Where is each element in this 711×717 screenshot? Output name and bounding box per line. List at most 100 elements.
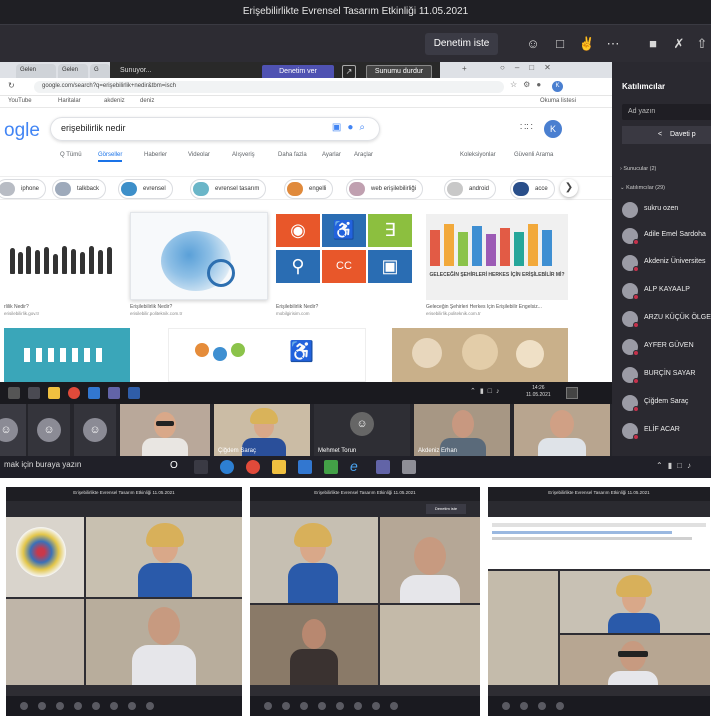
teams-icon[interactable] [376, 460, 390, 474]
participant-row[interactable]: BURÇİN SAYAR [622, 365, 711, 385]
participant-row[interactable]: ALP KAYAALP [622, 281, 711, 301]
bookmark-item[interactable]: Haritalar [58, 98, 81, 104]
video-tile[interactable] [560, 635, 710, 685]
video-tile[interactable] [514, 404, 610, 456]
chip[interactable]: android [444, 179, 497, 199]
chip[interactable]: engelli [284, 179, 334, 199]
tab-settings[interactable]: Ayarlar [322, 152, 341, 158]
chip[interactable]: evrensel [118, 179, 173, 199]
result-caption[interactable]: Erişilebilirlik Nedir? [130, 304, 268, 310]
chevron-right-icon[interactable]: ❯ [560, 179, 578, 197]
google-logo[interactable]: ogle [4, 120, 40, 142]
collections-link[interactable]: Koleksiyonlar [460, 152, 496, 158]
ie-icon[interactable]: e [350, 458, 358, 474]
task-view-icon[interactable] [194, 460, 208, 474]
image-result[interactable]: ♿ [168, 328, 366, 382]
more-icon[interactable]: ⋯ [604, 35, 622, 53]
search-icon[interactable] [8, 387, 20, 399]
participant-row[interactable]: Çiğdem Saraç [622, 393, 711, 413]
stop-presenting-button[interactable]: Sunumu durdur [366, 65, 432, 79]
attendees-header[interactable]: ⌄ Katılımcılar (29) [620, 185, 665, 191]
system-tray-icons[interactable]: ⌃▮□♪ [656, 461, 696, 470]
tab-tools[interactable]: Araçlar [354, 152, 373, 158]
new-tab-icon[interactable]: + [462, 64, 467, 73]
browser-tab[interactable]: G [90, 64, 110, 78]
share-icon[interactable]: ⇧ [693, 35, 711, 53]
video-tile[interactable] [86, 599, 242, 685]
tab-shopping[interactable]: Alışveriş [232, 152, 255, 158]
profile-avatar[interactable]: K [552, 81, 563, 92]
app-icon[interactable] [402, 460, 416, 474]
presenters-header[interactable]: › Sunucular (2) [620, 166, 656, 172]
mic-off-icon[interactable]: ✗ [670, 35, 688, 53]
participant-row[interactable]: AYFER GÜVEN [622, 337, 711, 357]
reactions-icon[interactable]: ✌ [578, 35, 596, 53]
participant-row[interactable]: sukru ozen [622, 200, 711, 220]
video-tile[interactable] [120, 404, 210, 456]
reload-icon[interactable]: ↻ [8, 81, 15, 90]
screen-icon[interactable]: ↗ [342, 65, 356, 79]
account-avatar[interactable]: K [544, 120, 562, 138]
give-control-button[interactable]: Denetim ver [262, 65, 334, 79]
chip[interactable]: evrensel tasarım [190, 179, 267, 199]
url-field[interactable]: google.com/search?q=erişebilirlik+nedir&… [34, 81, 504, 93]
system-tray-icons[interactable]: ⌃▮□♪ [470, 387, 503, 395]
participant-row[interactable]: Akdeniz Üniversites [622, 253, 711, 273]
safesearch-link[interactable]: Güvenli Arama [514, 152, 553, 158]
video-tile[interactable]: Çiğdem Saraç [214, 404, 310, 456]
shared-screen[interactable] [488, 517, 710, 569]
chrome-icon[interactable] [246, 460, 260, 474]
word-icon[interactable] [88, 387, 100, 399]
search-input[interactable]: erişebilirlik nedir ▣●⌕ [50, 117, 380, 141]
edge-icon[interactable] [220, 460, 234, 474]
tab-all[interactable]: Q Tümü [60, 152, 82, 158]
bookmark-item[interactable]: YouTube [8, 98, 32, 104]
image-result[interactable] [4, 328, 130, 382]
request-control-button[interactable]: Denetim iste [425, 33, 498, 55]
tab-images[interactable]: Görseller [98, 152, 123, 162]
apps-icon[interactable]: ∷∷ [520, 122, 533, 133]
video-tile[interactable]: ☺ [0, 404, 26, 456]
result-caption[interactable]: Erişilebilirlik Nedir? [276, 304, 418, 310]
video-tile[interactable] [488, 571, 558, 685]
request-control-button[interactable]: Denetim iste [426, 504, 466, 514]
teams-icon[interactable] [108, 387, 120, 399]
tab-more[interactable]: Daha fazla [278, 152, 307, 158]
chip[interactable]: web erişilebilirliği [346, 179, 424, 199]
cortana-icon[interactable]: O [170, 460, 178, 471]
video-tile[interactable] [380, 605, 480, 685]
participant-row[interactable]: Adile Emel Sardoha [622, 226, 711, 246]
chip[interactable]: iphone [0, 179, 47, 199]
outlook-icon[interactable] [128, 387, 140, 399]
file-explorer-icon[interactable] [48, 387, 60, 399]
chip[interactable]: acce [510, 179, 555, 199]
image-result[interactable] [130, 212, 268, 300]
browser-tab[interactable]: Gelen [16, 64, 56, 78]
participant-row[interactable]: ELİF ACAR [622, 421, 711, 441]
tab-news[interactable]: Haberler [144, 152, 167, 158]
search-icon[interactable]: ▣●⌕ [332, 122, 371, 133]
share-invite-button[interactable]: < Daveti p [622, 126, 711, 144]
image-result[interactable]: GELECEĞİN ŞEHİRLERİ HERKES İÇİN ERİŞİLEB… [426, 214, 568, 300]
notification-icon[interactable] [566, 387, 578, 399]
window-controls-icon[interactable]: ○–□✕ [500, 63, 561, 72]
browser-tab[interactable]: Gelen [58, 64, 88, 78]
extension-icons[interactable]: ☆⚙● [510, 80, 547, 89]
participant-search-input[interactable]: Ad yazın [622, 104, 711, 120]
image-result[interactable] [392, 328, 568, 382]
video-tile[interactable] [250, 517, 378, 603]
chip[interactable]: talkback [52, 179, 107, 199]
result-caption[interactable]: rlilik Nedir? [4, 304, 122, 310]
video-tile[interactable] [6, 599, 84, 685]
chat-icon[interactable]: □ [551, 35, 569, 53]
video-tile[interactable]: ☺ Mehmet Torun [314, 404, 410, 456]
chrome-icon[interactable] [68, 387, 80, 399]
image-result[interactable] [4, 214, 122, 304]
video-tile[interactable] [86, 517, 242, 597]
taskbar-clock[interactable]: 14:26 11.05.2021 [526, 385, 551, 399]
people-icon[interactable]: ☺ [524, 35, 542, 53]
video-tile[interactable]: ☺ [74, 404, 116, 456]
video-tile[interactable] [6, 517, 84, 597]
windows-search-field[interactable]: mak için buraya yazın [4, 460, 81, 469]
video-tile[interactable]: ☺ [28, 404, 70, 456]
